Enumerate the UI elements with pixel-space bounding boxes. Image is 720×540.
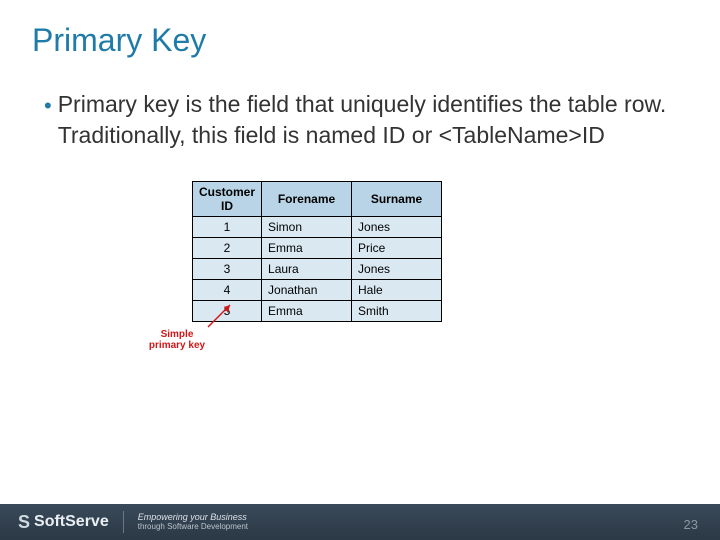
cell: 2 (193, 238, 262, 259)
arrow-icon (204, 301, 236, 329)
col-header-surname: Surname (352, 182, 442, 217)
cell: Jones (352, 217, 442, 238)
cell: Price (352, 238, 442, 259)
cell: Jones (352, 259, 442, 280)
col-header-id: Customer ID (193, 182, 262, 217)
table-row: 3 Laura Jones (193, 259, 442, 280)
cell: Laura (262, 259, 352, 280)
table-row: 4 Jonathan Hale (193, 280, 442, 301)
brand-logo: S SoftServe (18, 512, 109, 533)
logo-icon: S (18, 512, 30, 533)
cell: Emma (262, 238, 352, 259)
cell: Hale (352, 280, 442, 301)
col-header-forename: Forename (262, 182, 352, 217)
footer-divider (123, 511, 124, 533)
page-number: 23 (684, 517, 698, 532)
cell: 4 (193, 280, 262, 301)
table-row: 1 Simon Jones (193, 217, 442, 238)
footer-tagline: Empowering your Business through Softwar… (138, 513, 248, 532)
slide-title: Primary Key (0, 0, 720, 59)
footer-bar: S SoftServe Empowering your Business thr… (0, 504, 720, 540)
cell: Jonathan (262, 280, 352, 301)
table-row: 2 Emma Price (193, 238, 442, 259)
cell: 3 (193, 259, 262, 280)
annotation-label: Simple primary key (142, 329, 212, 351)
brand-name: SoftServe (34, 513, 109, 531)
bullet-text: Primary key is the field that uniquely i… (58, 89, 680, 151)
cell: Simon (262, 217, 352, 238)
bullet-marker: • (44, 91, 52, 121)
content-area: • Primary key is the field that uniquely… (0, 59, 720, 322)
tagline-line2: through Software Development (138, 523, 248, 532)
cell: Emma (262, 301, 352, 322)
cell: 1 (193, 217, 262, 238)
bullet-item: • Primary key is the field that uniquely… (44, 89, 680, 151)
cell: Smith (352, 301, 442, 322)
table-figure: Customer ID Forename Surname 1 Simon Jon… (192, 181, 532, 322)
